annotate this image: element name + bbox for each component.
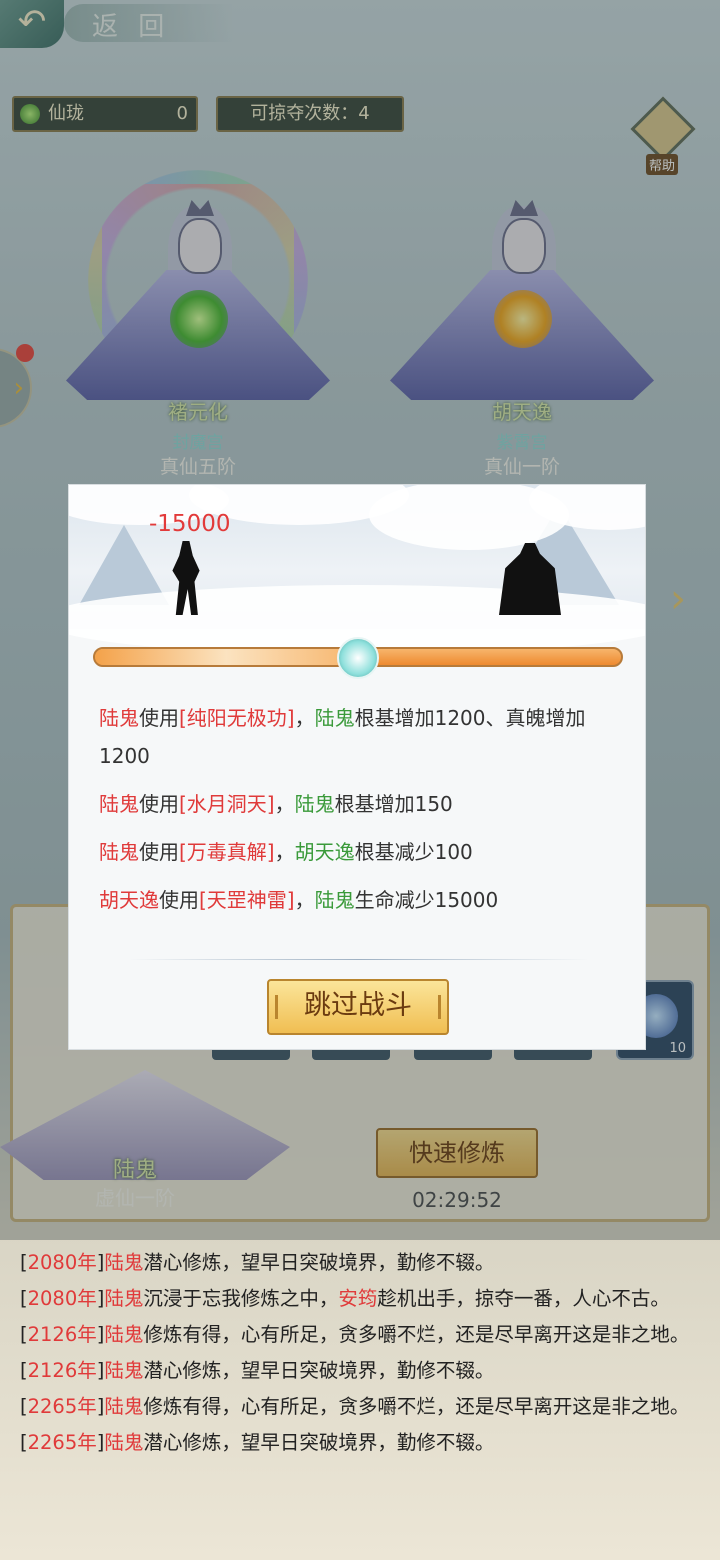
log-entry: [2265年]陆鬼修炼有得，心有所足，贪多嚼不烂，还是尽早离开这是非之地。 — [20, 1392, 700, 1422]
battle-log-line-segment: 使用 — [159, 888, 199, 912]
quick-train-button[interactable]: 快速修炼 — [376, 1128, 538, 1178]
scroll-icon — [630, 96, 696, 162]
opponent-sect: 封魔宫 — [172, 433, 224, 453]
log-entry-segment: 2265年 — [27, 1395, 97, 1418]
battle-log-line: 陆鬼使用[纯阳无极功]，陆鬼根基增加1200、真魄增加1200 — [99, 699, 619, 775]
log-entry-segment: 潜心修炼，望早日突破境界，勤修不辍。 — [143, 1431, 495, 1454]
log-entry: [2126年]陆鬼潜心修炼，望早日突破境界，勤修不辍。 — [20, 1356, 700, 1386]
log-entry: [2126年]陆鬼修炼有得，心有所足，贪多嚼不烂，还是尽早离开这是非之地。 — [20, 1320, 700, 1350]
battle-log-line-segment: 陆鬼 — [99, 792, 139, 816]
self-rank: 虚仙一阶 — [95, 1186, 175, 1210]
battle-log-line-segment: 生命减少15000 — [354, 888, 499, 912]
battle-log-line-segment: 陆鬼 — [99, 706, 139, 730]
notification-dot — [16, 344, 34, 362]
skip-battle-button[interactable]: 跳过战斗 — [267, 979, 449, 1035]
log-entry-segment: 安筠 — [338, 1287, 378, 1310]
xianlong-resource: 仙珑 0 — [12, 96, 198, 132]
battle-log-line-segment: ， — [294, 706, 315, 730]
opponent-name: 褚元化 — [168, 400, 228, 424]
log-entry: [2080年]陆鬼沉浸于忘我修炼之中，安筠趁机出手，掠夺一番，人心不古。 — [20, 1284, 700, 1314]
jade-icon — [20, 104, 40, 124]
battle-log-line-segment: 胡天逸 — [99, 888, 159, 912]
battle-log-line-segment: 陆鬼 — [294, 792, 335, 816]
battle-log-line-segment: 陆鬼 — [314, 888, 355, 912]
log-entry-segment: 沉浸于忘我修炼之中， — [143, 1287, 339, 1310]
opponent-card[interactable]: 褚元化 封魔宫 真仙五阶 — [48, 160, 348, 480]
log-entry-segment: 陆鬼 — [104, 1323, 144, 1346]
help-button[interactable]: 帮助 — [628, 96, 700, 175]
log-entry-segment: [ — [20, 1251, 28, 1274]
log-entry-segment: [ — [20, 1395, 28, 1418]
log-entry-segment: 陆鬼 — [104, 1431, 144, 1454]
log-entry-segment: 陆鬼 — [104, 1395, 144, 1418]
rob-count: 可掠夺次数：4 — [216, 96, 404, 132]
battle-progress-bar — [93, 637, 623, 679]
battle-log-line-segment: ， — [274, 792, 295, 816]
log-entry-segment: 潜心修炼，望早日突破境界，勤修不辍。 — [143, 1251, 495, 1274]
log-entry: [2080年]陆鬼潜心修炼，望早日突破境界，勤修不辍。 — [20, 1248, 700, 1278]
self-name: 陆鬼 — [112, 1158, 157, 1183]
slot-count: 10 — [669, 1041, 686, 1056]
log-entry-segment: 陆鬼 — [104, 1251, 144, 1274]
battle-log-line-segment: [水月洞天] — [179, 792, 275, 816]
log-entry-segment: [ — [20, 1323, 28, 1346]
battle-log-line-segment: 使用 — [139, 840, 179, 864]
battle-log-line-segment: ， — [274, 840, 295, 864]
log-entry: [2265年]陆鬼潜心修炼，望早日突破境界，勤修不辍。 — [20, 1428, 700, 1458]
battle-log-line-segment: [万毒真解] — [179, 840, 275, 864]
opponent-rank: 真仙一阶 — [483, 456, 560, 478]
divider — [129, 959, 589, 960]
battle-log-line: 陆鬼使用[水月洞天]，陆鬼根基增加150 — [99, 785, 619, 823]
train-timer: 02:29:52 — [412, 1188, 502, 1212]
log-entry-segment: [ — [20, 1287, 28, 1310]
battle-log-line-segment: 使用 — [139, 706, 179, 730]
log-entry-segment: 2265年 — [27, 1431, 97, 1454]
xianlong-value: 0 — [176, 103, 188, 124]
battle-dialog: -15000 陆鬼使用[纯阳无极功]，陆鬼根基增加1200、真魄增加1200 陆鬼… — [68, 484, 646, 1050]
opponent-sect: 紫霄宫 — [496, 433, 548, 453]
log-entry-segment: [ — [20, 1431, 28, 1454]
battle-log-line: 胡天逸使用[天罡神雷]，陆鬼生命减少15000 — [99, 881, 619, 919]
top-bar: ↶ 返 回 — [0, 0, 720, 48]
next-page-arrow-icon[interactable]: › — [670, 576, 686, 622]
log-entry-segment: 趁机出手，掠夺一番，人心不古。 — [377, 1287, 670, 1310]
battle-log-line-segment: 根基减少100 — [354, 840, 473, 864]
battle-scene: -15000 — [69, 485, 645, 655]
battle-log-line-segment: 根基增加150 — [334, 792, 453, 816]
battle-log-line-segment: [纯阳无极功] — [179, 706, 295, 730]
battle-log: 陆鬼使用[纯阳无极功]，陆鬼根基增加1200、真魄增加1200 陆鬼使用[水月洞天… — [99, 699, 619, 929]
help-label: 帮助 — [646, 154, 679, 175]
green-orb-icon — [170, 290, 228, 348]
progress-fill — [95, 649, 358, 665]
log-entry-segment: [ — [20, 1359, 28, 1382]
battle-log-line-segment: 陆鬼 — [314, 706, 355, 730]
log-entry-segment: 2126年 — [27, 1359, 97, 1382]
battle-log-line-segment: [天罡神雷] — [199, 888, 295, 912]
back-label[interactable]: 返 回 — [92, 6, 170, 43]
battle-log-line-segment: 陆鬼 — [99, 840, 139, 864]
log-entry-segment: 修炼有得，心有所足，贪多嚼不烂，还是尽早离开这是非之地。 — [143, 1395, 690, 1418]
log-entry-segment: 修炼有得，心有所足，贪多嚼不烂，还是尽早离开这是非之地。 — [143, 1323, 690, 1346]
battle-log-line-segment: 使用 — [139, 792, 179, 816]
log-entry-segment: 2080年 — [27, 1251, 97, 1274]
xianlong-label: 仙珑 — [48, 103, 84, 124]
damage-number: -15000 — [149, 511, 231, 537]
log-entry-segment: 陆鬼 — [104, 1359, 144, 1382]
opponent-card[interactable]: 胡天逸 紫霄宫 真仙一阶 — [372, 160, 672, 480]
back-arrow-icon[interactable]: ↶ — [0, 0, 64, 48]
battle-log-line-segment: 胡天逸 — [294, 840, 355, 864]
gold-orb-icon — [494, 290, 552, 348]
battle-log-line: 陆鬼使用[万毒真解]，胡天逸根基减少100 — [99, 833, 619, 871]
log-entry-segment: 2126年 — [27, 1323, 97, 1346]
battle-log-line-segment: ， — [294, 888, 315, 912]
log-entry-segment: 潜心修炼，望早日突破境界，勤修不辍。 — [143, 1359, 495, 1382]
opponent-name: 胡天逸 — [492, 400, 552, 424]
log-entry-segment: 2080年 — [27, 1287, 97, 1310]
yin-yang-icon — [337, 637, 379, 679]
event-log: [2080年]陆鬼潜心修炼，望早日突破境界，勤修不辍。 [2080年]陆鬼沉浸于忘… — [20, 1248, 700, 1464]
log-entry-segment: 陆鬼 — [104, 1287, 144, 1310]
opponent-rank: 真仙五阶 — [159, 456, 236, 478]
